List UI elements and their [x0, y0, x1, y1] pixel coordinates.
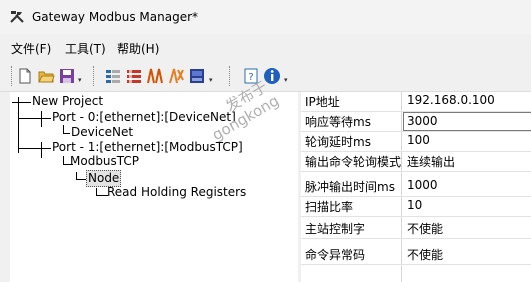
tree-connector: [18, 148, 51, 149]
menu-tools[interactable]: 工具(T): [65, 40, 106, 57]
new-file-icon[interactable]: [16, 67, 34, 85]
property-value[interactable]: 10: [407, 198, 422, 212]
toolbar-grip[interactable]: [93, 66, 96, 86]
tree-connector: [18, 118, 51, 119]
property-row[interactable]: 命令异常码 不使能: [301, 245, 531, 265]
property-value[interactable]: 不使能: [407, 220, 443, 237]
property-value[interactable]: 连续输出: [407, 153, 455, 170]
menu-file[interactable]: 文件(F): [11, 40, 51, 57]
info-icon[interactable]: [263, 67, 281, 85]
property-value[interactable]: 3000: [407, 114, 438, 128]
property-name: 主站控制字: [305, 222, 366, 236]
add-node-icon[interactable]: [125, 67, 143, 85]
open-folder-icon[interactable]: [37, 67, 55, 85]
property-row[interactable]: 轮询延时ms 100: [301, 132, 531, 152]
tree-connector: [76, 172, 77, 179]
property-row[interactable]: 响应等待ms 3000: [301, 112, 531, 132]
toolbar: ▾ ▾ ? ▾: [0, 62, 531, 90]
title-bar: Gateway Modbus Manager*: [0, 0, 531, 34]
window-title: Gateway Modbus Manager*: [32, 10, 199, 24]
property-row[interactable]: 输出命令轮询模式 连续输出: [301, 152, 531, 172]
svg-text:?: ?: [248, 72, 253, 83]
property-row[interactable]: 脉冲输出时间ms 1000: [301, 177, 531, 197]
property-value[interactable]: 192.168.0.100: [407, 93, 495, 107]
menu-bar: 文件(F) 工具(T) 帮助(H): [0, 36, 531, 58]
property-name: 命令异常码: [305, 248, 366, 262]
tree-connector: [18, 97, 19, 153]
property-name: 脉冲输出时间ms: [305, 180, 395, 194]
property-name: 轮询延时ms: [305, 135, 371, 149]
project-tree[interactable]: New Project Port - 0:[ethernet]:[DeviceN…: [10, 92, 298, 282]
tree-node-modbustcp[interactable]: ModbusTCP: [70, 154, 139, 169]
property-row[interactable]: 主站控制字 不使能: [301, 219, 531, 239]
tree-node-new-project[interactable]: New Project: [32, 94, 103, 109]
delete-item-icon[interactable]: [167, 67, 185, 85]
tree-node-devicenet[interactable]: DeviceNet: [71, 125, 133, 140]
menu-help[interactable]: 帮助(H): [117, 40, 159, 57]
property-row[interactable]: 扫描比率 10: [301, 197, 531, 217]
property-value-editor[interactable]: 3000: [403, 112, 531, 131]
property-name: IP地址: [305, 95, 340, 109]
toolbar-grip[interactable]: [11, 66, 14, 86]
toolbar-dropdown-arrow-icon[interactable]: ▾: [209, 77, 216, 84]
property-value[interactable]: 100: [407, 133, 430, 147]
download-icon[interactable]: [188, 67, 206, 85]
property-name: 响应等待ms: [305, 115, 371, 129]
property-value[interactable]: 1000: [407, 178, 438, 192]
tree-connector: [12, 102, 31, 103]
tree-node-port-0[interactable]: Port - 0:[ethernet]:[DeviceNet]: [52, 110, 236, 125]
toolbar-dropdown-arrow-icon[interactable]: ▾: [78, 77, 85, 84]
property-grid[interactable]: IP地址 192.168.0.100 响应等待ms 3000 轮询延时ms 10…: [301, 92, 531, 282]
tree-connector: [41, 142, 42, 158]
tree-connector: [63, 133, 70, 134]
property-row[interactable]: IP地址 192.168.0.100: [301, 92, 531, 112]
toolbar-dropdown-arrow-icon[interactable]: ▾: [284, 77, 291, 84]
tools-app-icon: [10, 11, 24, 23]
property-name: 输出命令轮询模式: [305, 155, 402, 169]
tree-node-port-1[interactable]: Port - 1:[ethernet]:[ModbusTCP]: [52, 140, 243, 155]
toolbar-grip[interactable]: [229, 66, 232, 86]
save-icon[interactable]: [58, 67, 76, 85]
tree-connector: [41, 111, 42, 127]
add-port-icon[interactable]: [104, 67, 122, 85]
add-command-icon[interactable]: [146, 67, 164, 85]
tree-node-read-holding-registers[interactable]: Read Holding Registers: [107, 185, 246, 200]
help-icon[interactable]: ?: [242, 67, 260, 85]
property-value[interactable]: 不使能: [407, 246, 443, 263]
property-name: 扫描比率: [305, 200, 354, 214]
